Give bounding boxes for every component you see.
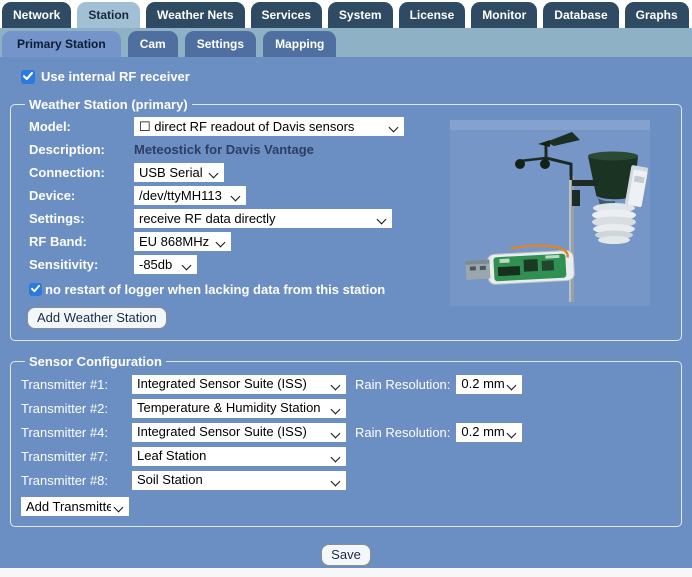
check-icon (23, 72, 33, 81)
transmitter-1-row: Transmitter #1: Integrated Sensor Suite … (21, 372, 669, 396)
sensor-configuration-legend: Sensor Configuration (29, 354, 162, 369)
transmitter-1-select[interactable]: Integrated Sensor Suite (ISS) (132, 374, 346, 394)
no-restart-label: no restart of logger when lacking data f… (45, 281, 386, 297)
rain-resolution-label-1: Rain Resolution: (355, 376, 451, 392)
add-weather-station-button[interactable]: Add Weather Station (27, 307, 167, 329)
model-select[interactable]: ☐ direct RF readout of Davis sensors (134, 117, 404, 136)
weather-station-legend: Weather Station (primary) (29, 97, 188, 112)
transmitter-2-select[interactable]: Temperature & Humidity Station (132, 398, 346, 418)
device-label: Device: (29, 188, 76, 203)
tab-network[interactable]: Network (2, 2, 72, 28)
transmitter-1-select-wrap: Integrated Sensor Suite (ISS) (132, 374, 346, 394)
add-transmitter-select[interactable]: Add Transmitter (21, 497, 129, 516)
transmitter-7-row: Transmitter #7: Leaf Station (21, 444, 669, 468)
transmitter-4-select-wrap: Integrated Sensor Suite (ISS) (132, 422, 346, 442)
save-row: Save (10, 544, 682, 566)
transmitter-7-label: Transmitter #7: (21, 448, 108, 464)
tab-monitor[interactable]: Monitor (471, 2, 538, 28)
settings-label: Settings: (29, 211, 85, 226)
sensitivity-select-wrap: -85db (134, 255, 197, 274)
transmitter-8-select-wrap: Soil Station (132, 470, 346, 490)
transmitter-4-label: Transmitter #4: (21, 424, 108, 440)
use-internal-rf-row: Use internal RF receiver (21, 69, 682, 84)
connection-select-wrap: USB Serial (134, 163, 224, 182)
description-label: Description: (29, 142, 105, 157)
rain-resolution-4-select-wrap: 0.2 mm (456, 422, 523, 442)
transmitter-8-select[interactable]: Soil Station (132, 470, 346, 490)
rf-band-label: RF Band: (29, 234, 87, 249)
transmitter-4-row: Transmitter #4: Integrated Sensor Suite … (21, 420, 669, 444)
tab-license[interactable]: License (398, 2, 466, 28)
no-restart-checkbox[interactable] (29, 282, 42, 296)
transmitter-2-label: Transmitter #2: (21, 400, 108, 416)
add-transmitter-row: Add Transmitter (21, 497, 669, 516)
rf-band-select[interactable]: EU 868MHz (134, 232, 231, 251)
connection-label: Connection: (29, 165, 105, 180)
transmitter-8-row: Transmitter #8: Soil Station (21, 468, 669, 492)
tab-settings[interactable]: Settings (184, 31, 257, 57)
device-select-wrap: /dev/ttyMH113 (134, 186, 246, 205)
tab-database[interactable]: Database (543, 2, 619, 28)
rain-resolution-1-select-wrap: 0.2 mm (456, 374, 523, 394)
tab-services[interactable]: Services (250, 2, 322, 28)
rf-band-select-wrap: EU 868MHz (134, 232, 231, 251)
secondary-nav: Primary Station Cam Settings Mapping (0, 28, 692, 57)
rain-resolution-label-4: Rain Resolution: (355, 424, 451, 440)
station-settings-content: Use internal RF receiver Weather Station… (0, 57, 692, 568)
device-select[interactable]: /dev/ttyMH113 (134, 186, 246, 205)
footer-strip (0, 568, 692, 577)
weather-station-photo (450, 120, 650, 306)
save-button[interactable]: Save (321, 544, 371, 566)
connection-select[interactable]: USB Serial (134, 163, 224, 182)
settings-select-wrap: receive RF data directly (134, 209, 392, 228)
tab-system[interactable]: System (327, 2, 393, 28)
model-select-wrap: ☐ direct RF readout of Davis sensors (134, 117, 404, 136)
sensitivity-select[interactable]: -85db (134, 255, 197, 274)
rain-resolution-1-select[interactable]: 0.2 mm (456, 374, 523, 394)
tab-primary-station[interactable]: Primary Station (2, 31, 121, 57)
use-internal-rf-checkbox[interactable] (21, 69, 35, 84)
tab-mapping[interactable]: Mapping (263, 31, 337, 57)
rain-resolution-4-select[interactable]: 0.2 mm (456, 422, 523, 442)
check-icon (31, 285, 40, 293)
use-internal-rf-label: Use internal RF receiver (41, 69, 190, 84)
weather-station-fieldset: Weather Station (primary) Model: ☐ direc… (10, 97, 682, 341)
add-transmitter-select-wrap: Add Transmitter (21, 497, 129, 516)
tab-graphs[interactable]: Graphs (624, 2, 689, 28)
description-value: Meteostick for Davis Vantage (134, 142, 314, 157)
primary-nav: Network Station Weather Nets Services Sy… (0, 0, 692, 28)
transmitter-7-select-wrap: Leaf Station (132, 446, 346, 466)
transmitter-2-row: Transmitter #2: Temperature & Humidity S… (21, 396, 669, 420)
model-label: Model: (29, 119, 71, 134)
sensor-configuration-fieldset: Sensor Configuration Transmitter #1: Int… (10, 354, 682, 527)
sensitivity-label: Sensitivity: (29, 257, 99, 272)
tab-station[interactable]: Station (77, 2, 141, 28)
transmitter-2-select-wrap: Temperature & Humidity Station (132, 398, 346, 418)
transmitter-4-select[interactable]: Integrated Sensor Suite (ISS) (132, 422, 346, 442)
transmitter-8-label: Transmitter #8: (21, 472, 108, 488)
tab-weather-nets[interactable]: Weather Nets (146, 2, 245, 28)
transmitter-7-select[interactable]: Leaf Station (132, 446, 346, 466)
transmitter-1-label: Transmitter #1: (21, 376, 108, 392)
tab-cam[interactable]: Cam (127, 31, 178, 57)
meteobridge-station-page: Network Station Weather Nets Services Sy… (0, 0, 692, 577)
settings-select[interactable]: receive RF data directly (134, 209, 392, 228)
